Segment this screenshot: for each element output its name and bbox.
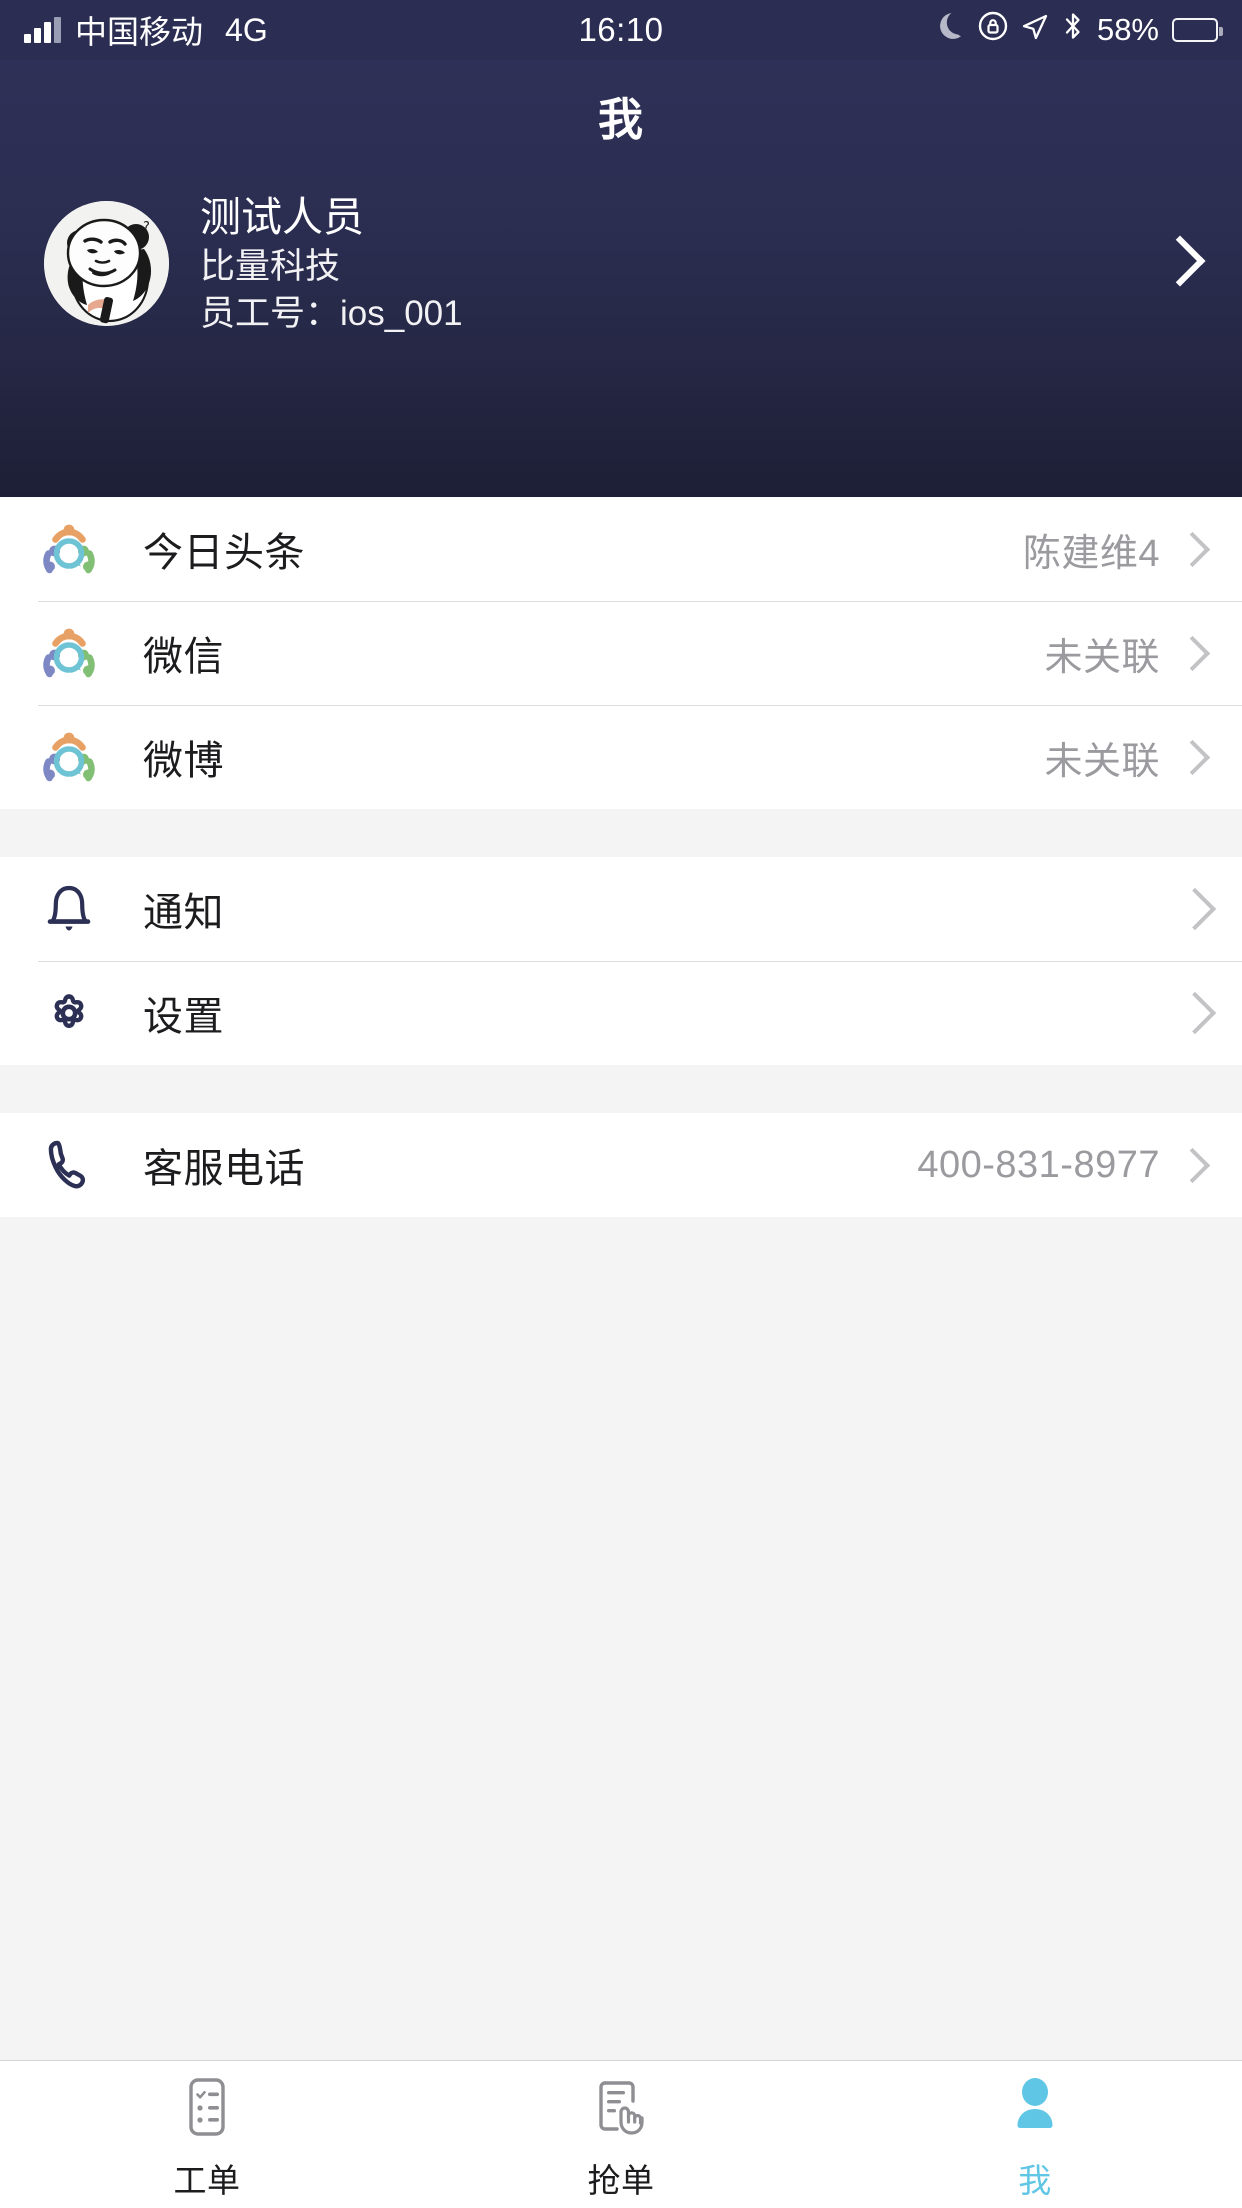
network-type-label: 4G bbox=[225, 11, 268, 48]
gear-icon bbox=[38, 982, 100, 1044]
avatar: ? bbox=[44, 201, 169, 327]
chevron-right-icon bbox=[1180, 1145, 1202, 1185]
list-item-label: 客服电话 bbox=[143, 1147, 305, 1191]
social-accounts-section: 今日头条 陈建维4 微信 未关联 微博 未关联 bbox=[0, 497, 1242, 809]
bell-icon bbox=[38, 878, 100, 940]
list-item-toutiao[interactable]: 今日头条 陈建维4 bbox=[0, 497, 1242, 601]
group-people-icon bbox=[38, 726, 100, 788]
list-item-label: 微博 bbox=[143, 739, 224, 783]
chevron-right-icon bbox=[1180, 889, 1202, 929]
profile-employee-id: 员工号：ios_001 bbox=[200, 293, 463, 333]
list-item-settings[interactable]: 设置 bbox=[0, 961, 1242, 1065]
list-item-service-phone[interactable]: 客服电话 400-831-8977 bbox=[0, 1113, 1242, 1217]
status-bar-right: 58% bbox=[939, 11, 1223, 49]
list-item-notifications[interactable]: 通知 bbox=[0, 857, 1242, 961]
list-item-value: 未关联 bbox=[1044, 740, 1160, 783]
list-item-label: 微信 bbox=[143, 635, 224, 679]
profile-card[interactable]: ? 测试人员 比量科技 员工号：ios_001 bbox=[0, 192, 1242, 336]
battery-percent-label: 58% bbox=[1096, 12, 1159, 47]
status-bar: 中国移动 4G 16:10 58% bbox=[0, 0, 1242, 60]
tab-label: 工单 bbox=[173, 2161, 241, 2199]
list-item-value: 未关联 bbox=[1044, 636, 1160, 679]
checklist-icon bbox=[179, 2076, 235, 2138]
svg-text:?: ? bbox=[143, 220, 150, 235]
settings-list: 今日头条 陈建维4 微信 未关联 微博 未关联 通知 设置 客服电话 400-8… bbox=[0, 497, 1242, 2060]
moon-icon bbox=[939, 11, 965, 49]
signal-bars-icon bbox=[24, 17, 61, 43]
profile-name: 测试人员 bbox=[200, 194, 364, 240]
chevron-right-icon[interactable] bbox=[1160, 233, 1200, 295]
list-item-label: 设置 bbox=[143, 995, 224, 1039]
list-item-weibo[interactable]: 微博 未关联 bbox=[0, 705, 1242, 809]
bottom-tab-bar: 工单 抢单 我 bbox=[0, 2060, 1242, 2208]
location-arrow-icon bbox=[1021, 11, 1049, 49]
page-title: 我 bbox=[597, 93, 644, 145]
person-icon bbox=[1007, 2076, 1063, 2138]
phone-icon bbox=[38, 1134, 100, 1196]
chevron-right-icon bbox=[1180, 529, 1202, 569]
list-item-value: 陈建维4 bbox=[1022, 532, 1160, 575]
group-people-icon bbox=[38, 518, 100, 580]
rotation-lock-icon bbox=[978, 11, 1008, 49]
battery-icon bbox=[1172, 18, 1223, 42]
tap-order-icon bbox=[591, 2076, 651, 2138]
profile-company: 比量科技 bbox=[200, 247, 341, 287]
support-section: 客服电话 400-831-8977 bbox=[0, 1113, 1242, 1217]
profile-text: 测试人员 比量科技 员工号：ios_001 bbox=[200, 192, 463, 336]
preferences-section: 通知 设置 bbox=[0, 857, 1242, 1065]
list-item-wechat[interactable]: 微信 未关联 bbox=[0, 601, 1242, 705]
carrier-label: 中国移动 bbox=[75, 14, 204, 50]
bluetooth-icon bbox=[1062, 11, 1084, 49]
tab-work-orders[interactable]: 工单 bbox=[0, 2061, 414, 2208]
section-divider bbox=[0, 809, 1242, 857]
app-screen: 中国移动 4G 16:10 58% 我 ? 测试人员 比量科技 员工号：ios_… bbox=[0, 0, 1242, 2208]
list-item-value: 400-831-8977 bbox=[917, 1143, 1160, 1186]
section-divider bbox=[0, 1065, 1242, 1113]
list-item-label: 今日头条 bbox=[143, 531, 305, 575]
tab-grab-orders[interactable]: 抢单 bbox=[414, 2061, 828, 2208]
status-bar-left: 中国移动 4G bbox=[24, 7, 268, 53]
list-item-label: 通知 bbox=[143, 891, 224, 935]
chevron-right-icon bbox=[1180, 737, 1202, 777]
tab-label: 我 bbox=[1018, 2161, 1052, 2199]
profile-header: 我 ? 测试人员 比量科技 员工号：ios_001 bbox=[0, 60, 1242, 497]
chevron-right-icon bbox=[1180, 633, 1202, 673]
tab-label: 抢单 bbox=[587, 2161, 655, 2199]
tab-profile[interactable]: 我 bbox=[828, 2061, 1242, 2208]
group-people-icon bbox=[38, 622, 100, 684]
chevron-right-icon bbox=[1180, 993, 1202, 1033]
